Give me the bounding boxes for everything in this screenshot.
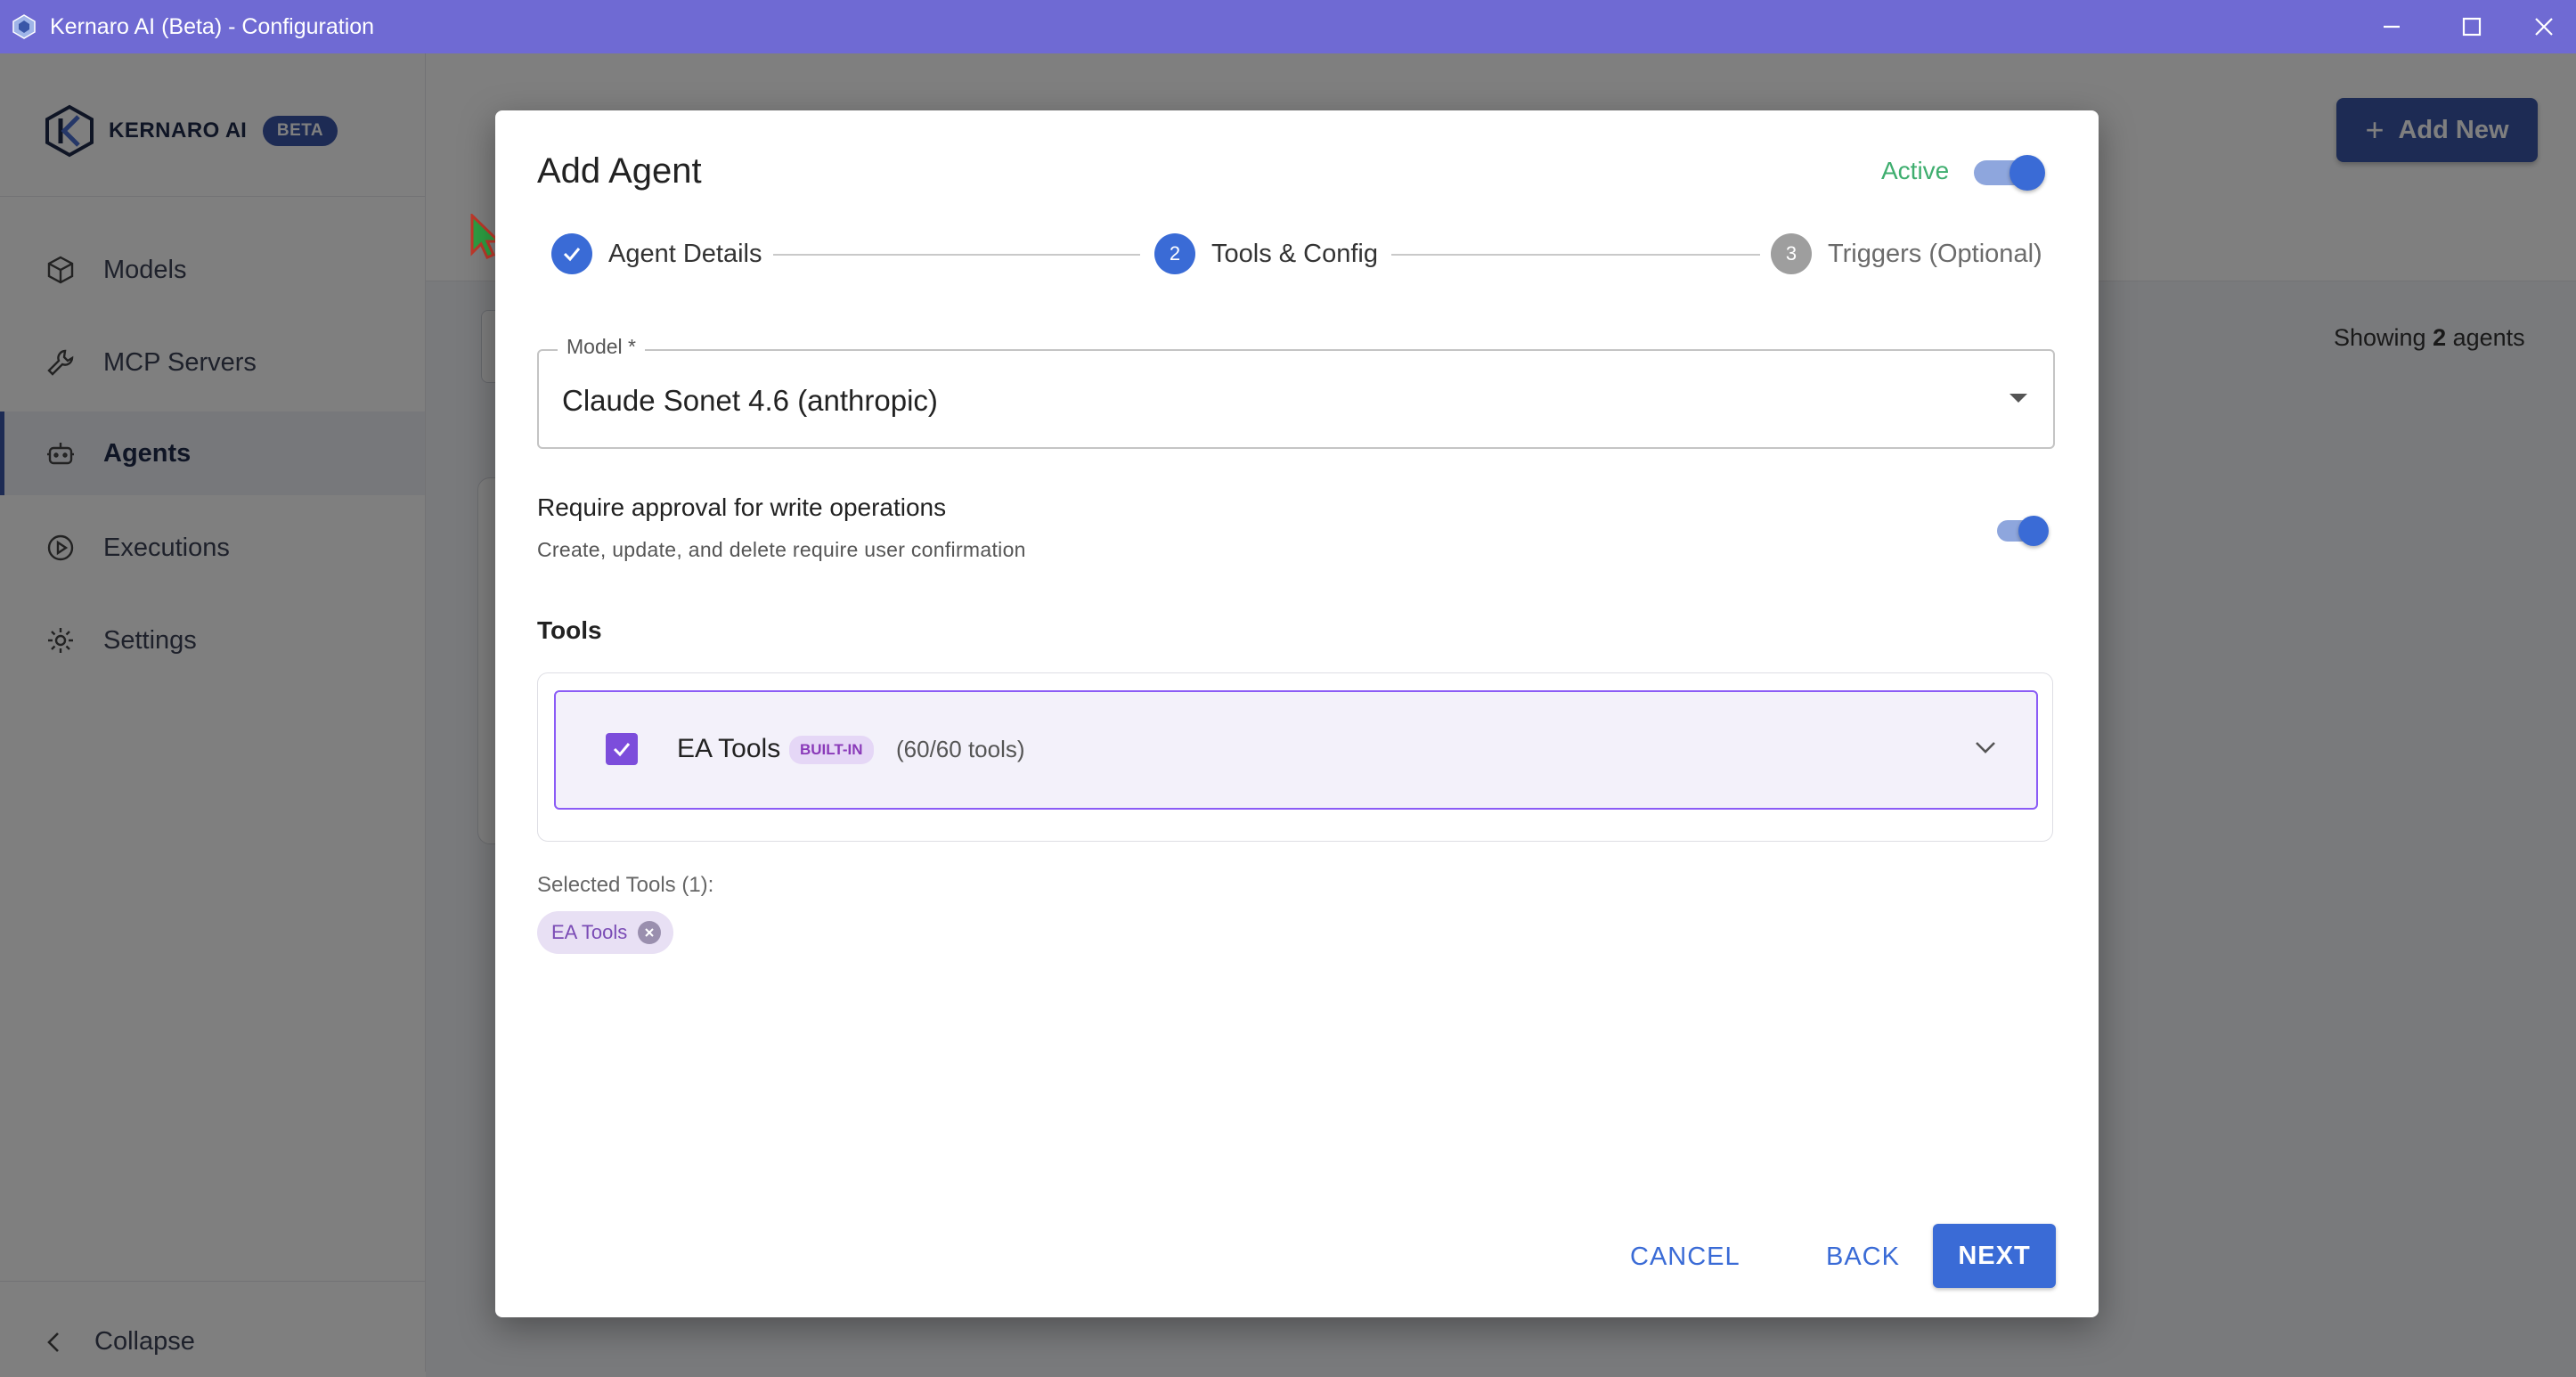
tool-count: (60/60 tools) <box>896 736 1025 762</box>
close-window-button[interactable] <box>2512 0 2576 53</box>
close-icon <box>2535 18 2553 36</box>
minimize-icon <box>2384 25 2400 29</box>
maximize-button[interactable] <box>2432 0 2512 53</box>
approval-description: Create, update, and delete require user … <box>537 538 1026 561</box>
add-agent-dialog: Add Agent Active Agent Details 2 Tools &… <box>495 110 2099 1317</box>
approval-toggle[interactable] <box>1997 516 2049 546</box>
step-number: 3 <box>1771 233 1812 274</box>
dropdown-arrow-icon[interactable] <box>2009 394 2027 403</box>
tool-name: EA Tools <box>677 734 781 763</box>
tool-group-ea-tools[interactable]: EA Tools BUILT-IN (60/60 tools) <box>554 690 2038 810</box>
next-button[interactable]: NEXT <box>1933 1224 2056 1288</box>
step-label: Triggers (Optional) <box>1828 239 2042 268</box>
step-label: Agent Details <box>608 239 762 268</box>
active-label: Active <box>1881 157 1950 184</box>
step-agent-details[interactable]: Agent Details <box>551 233 762 274</box>
app-logo-icon <box>12 14 36 39</box>
step-label: Tools & Config <box>1211 239 1378 268</box>
step-connector <box>773 254 1140 256</box>
checkmark-icon <box>613 743 631 757</box>
selected-tool-chip: EA Tools <box>537 911 674 954</box>
minimize-button[interactable] <box>2352 0 2432 53</box>
step-connector <box>1391 254 1760 256</box>
back-button[interactable]: BACK <box>1821 1242 1905 1273</box>
cancel-button[interactable]: CANCEL <box>1625 1242 1746 1273</box>
step-complete-icon <box>551 233 592 274</box>
tools-heading: Tools <box>537 616 602 644</box>
step-tools-config[interactable]: 2 Tools & Config <box>1154 233 1378 274</box>
active-toggle[interactable] <box>1974 155 2045 191</box>
built-in-badge: BUILT-IN <box>789 736 874 764</box>
dialog-title: Add Agent <box>537 151 702 191</box>
chevron-down-icon[interactable] <box>1972 738 1999 756</box>
chip-label: EA Tools <box>551 921 628 943</box>
selected-tools-label: Selected Tools (1): <box>537 873 714 897</box>
toggle-knob <box>2018 516 2049 546</box>
model-field-label: Model * <box>558 335 645 359</box>
window-title: Kernaro AI (Beta) - Configuration <box>50 13 375 39</box>
step-number: 2 <box>1154 233 1195 274</box>
step-triggers[interactable]: 3 Triggers (Optional) <box>1771 233 2042 274</box>
model-select-value: Claude Sonet 4.6 (anthropic) <box>562 384 938 417</box>
toggle-knob <box>2009 155 2045 191</box>
remove-chip-icon[interactable] <box>638 921 662 944</box>
maximize-icon <box>2462 17 2482 37</box>
window-titlebar: Kernaro AI (Beta) - Configuration <box>0 0 2576 53</box>
tool-checkbox[interactable] <box>606 733 638 765</box>
approval-title: Require approval for write operations <box>537 493 947 521</box>
